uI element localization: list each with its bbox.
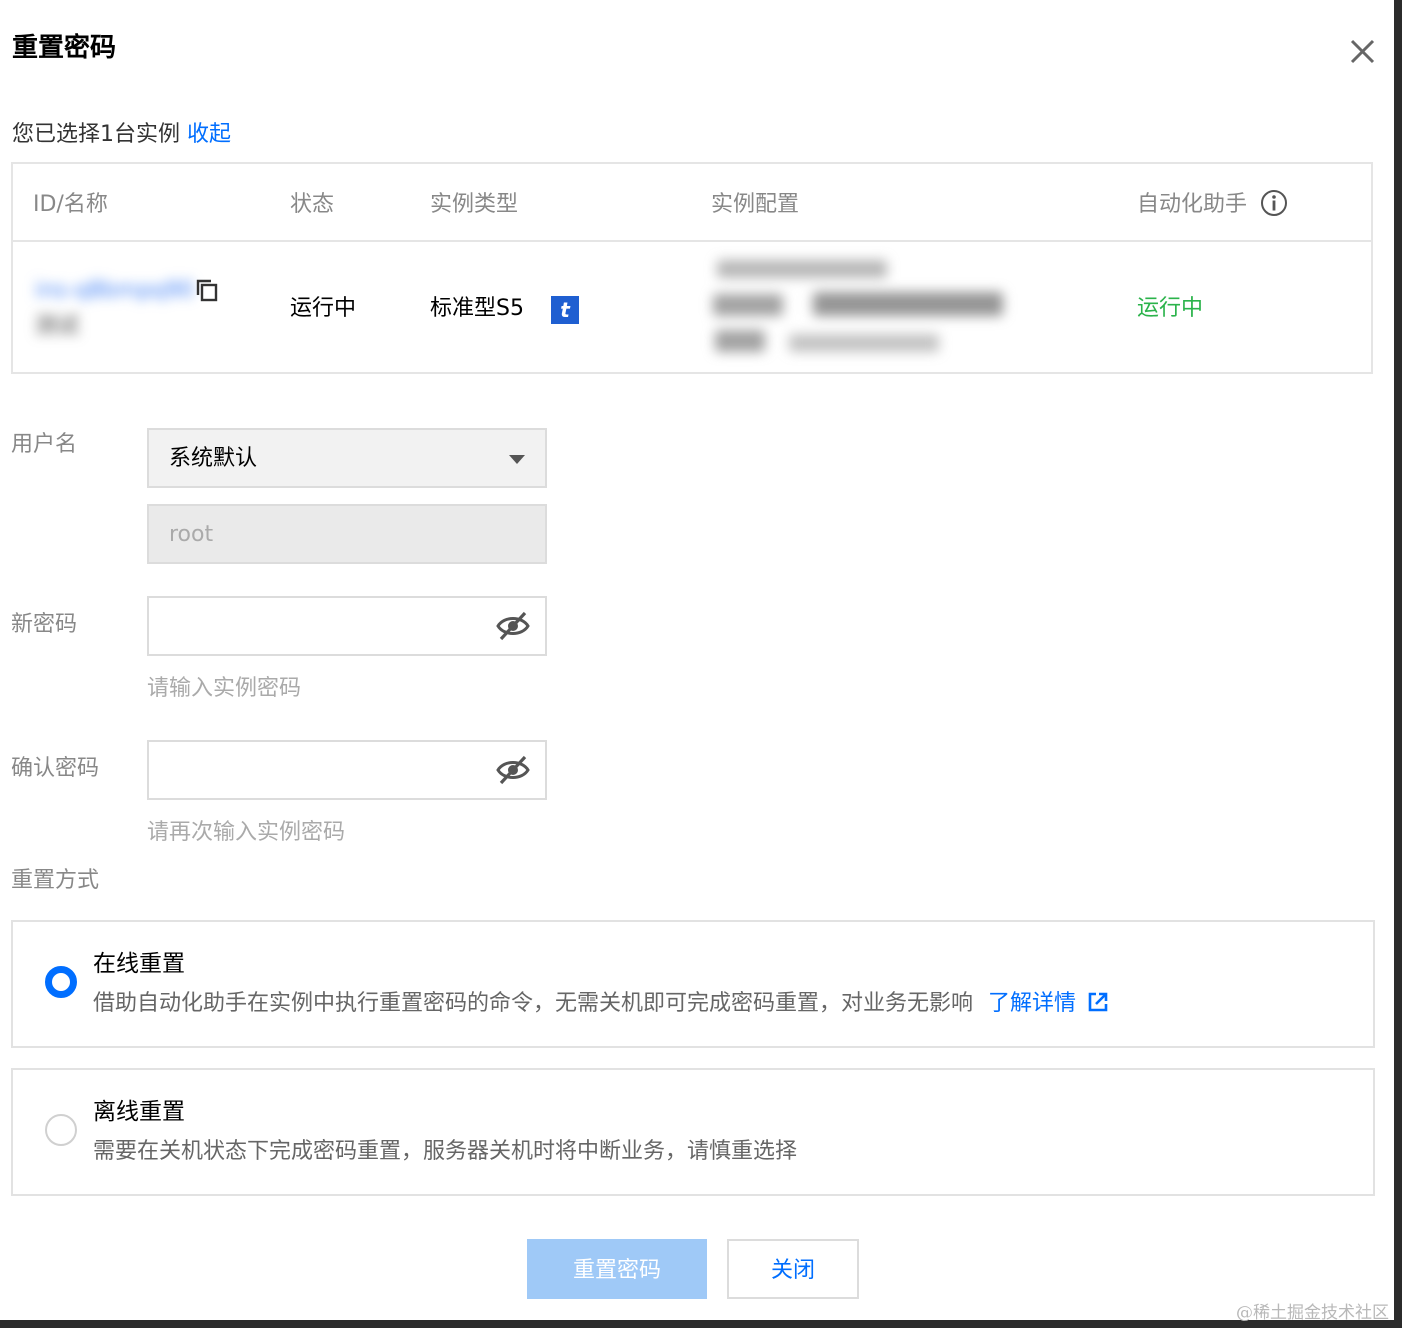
online-reset-radio[interactable] bbox=[45, 966, 77, 998]
offline-reset-title: 离线重置 bbox=[93, 1099, 185, 1125]
reset-password-dialog: 重置密码 您已选择1台实例 收起 ID/名称 状态 实例类型 实例配置 自动化助… bbox=[0, 0, 1394, 1323]
new-password-input[interactable] bbox=[161, 608, 485, 646]
learn-more-label: 了解详情 bbox=[988, 991, 1077, 1016]
confirm-password-label: 确认密码 bbox=[11, 756, 100, 781]
caret-down-icon bbox=[509, 455, 525, 464]
copy-icon[interactable] bbox=[195, 278, 221, 304]
username-label: 用户名 bbox=[11, 432, 78, 457]
instance-config-redacted bbox=[709, 254, 1009, 364]
online-reset-description: 借助自动化助手在实例中执行重置密码的命令，无需关机即可完成密码重置，对业务无影响… bbox=[93, 986, 1109, 1022]
selected-instances-summary: 您已选择1台实例 收起 bbox=[12, 118, 231, 152]
table-header-divider bbox=[13, 240, 1371, 242]
username-readonly-field: root bbox=[147, 504, 547, 564]
instance-type: 标准型S5 bbox=[430, 296, 524, 321]
instance-status: 运行中 bbox=[290, 296, 357, 321]
column-header-instance-config: 实例配置 bbox=[711, 192, 800, 217]
confirm-password-input[interactable] bbox=[161, 752, 485, 790]
online-reset-desc-text: 借助自动化助手在实例中执行重置密码的命令，无需关机即可完成密码重置，对业务无影响 bbox=[93, 991, 974, 1016]
close-icon bbox=[1350, 39, 1375, 64]
instance-type-badge: t bbox=[551, 296, 579, 324]
column-header-automation-assistant: 自动化助手 bbox=[1137, 188, 1288, 222]
column-header-id-name: ID/名称 bbox=[33, 192, 108, 217]
watermark: @稀土掘金技术社区 bbox=[1236, 1303, 1389, 1323]
offline-reset-description: 需要在关机状态下完成密码重置，服务器关机时将中断业务，请慎重选择 bbox=[93, 1139, 798, 1164]
confirm-password-field[interactable] bbox=[147, 740, 547, 800]
instance-table: ID/名称 状态 实例类型 实例配置 自动化助手 ins-q8bmpq90 测试… bbox=[11, 162, 1373, 374]
collapse-link[interactable]: 收起 bbox=[187, 122, 231, 147]
eye-off-icon[interactable] bbox=[495, 754, 531, 786]
reset-password-button[interactable]: 重置密码 bbox=[527, 1239, 707, 1299]
new-password-hint: 请输入实例密码 bbox=[147, 676, 302, 701]
column-header-status: 状态 bbox=[290, 192, 335, 217]
close-dialog-button[interactable]: 关闭 bbox=[727, 1239, 859, 1299]
dialog-title: 重置密码 bbox=[12, 33, 117, 63]
username-value: root bbox=[169, 522, 214, 547]
confirm-password-hint: 请再次输入实例密码 bbox=[147, 820, 346, 845]
info-icon[interactable] bbox=[1260, 189, 1288, 217]
selected-count-text: 您已选择1台实例 bbox=[12, 122, 180, 147]
column-header-instance-type: 实例类型 bbox=[430, 192, 519, 217]
automation-status: 运行中 bbox=[1137, 296, 1204, 321]
offline-reset-radio[interactable] bbox=[45, 1114, 77, 1146]
offline-reset-option[interactable]: 离线重置 需要在关机状态下完成密码重置，服务器关机时将中断业务，请慎重选择 bbox=[11, 1068, 1375, 1196]
external-link-icon bbox=[1088, 992, 1108, 1012]
online-reset-title: 在线重置 bbox=[93, 951, 185, 977]
column-header-automation-label: 自动化助手 bbox=[1137, 192, 1248, 217]
username-select[interactable]: 系统默认 bbox=[147, 428, 547, 488]
close-button[interactable] bbox=[1338, 30, 1386, 74]
online-reset-option[interactable]: 在线重置 借助自动化助手在实例中执行重置密码的命令，无需关机即可完成密码重置，对… bbox=[11, 920, 1375, 1048]
learn-more-link[interactable]: 了解详情 bbox=[988, 991, 1109, 1016]
username-select-value: 系统默认 bbox=[169, 446, 258, 471]
new-password-field[interactable] bbox=[147, 596, 547, 656]
instance-id-link[interactable]: ins-q8bmpq90 bbox=[35, 274, 194, 308]
new-password-label: 新密码 bbox=[11, 612, 78, 637]
eye-off-icon[interactable] bbox=[495, 610, 531, 642]
reset-method-label: 重置方式 bbox=[11, 868, 100, 893]
instance-name: 测试 bbox=[35, 314, 80, 339]
